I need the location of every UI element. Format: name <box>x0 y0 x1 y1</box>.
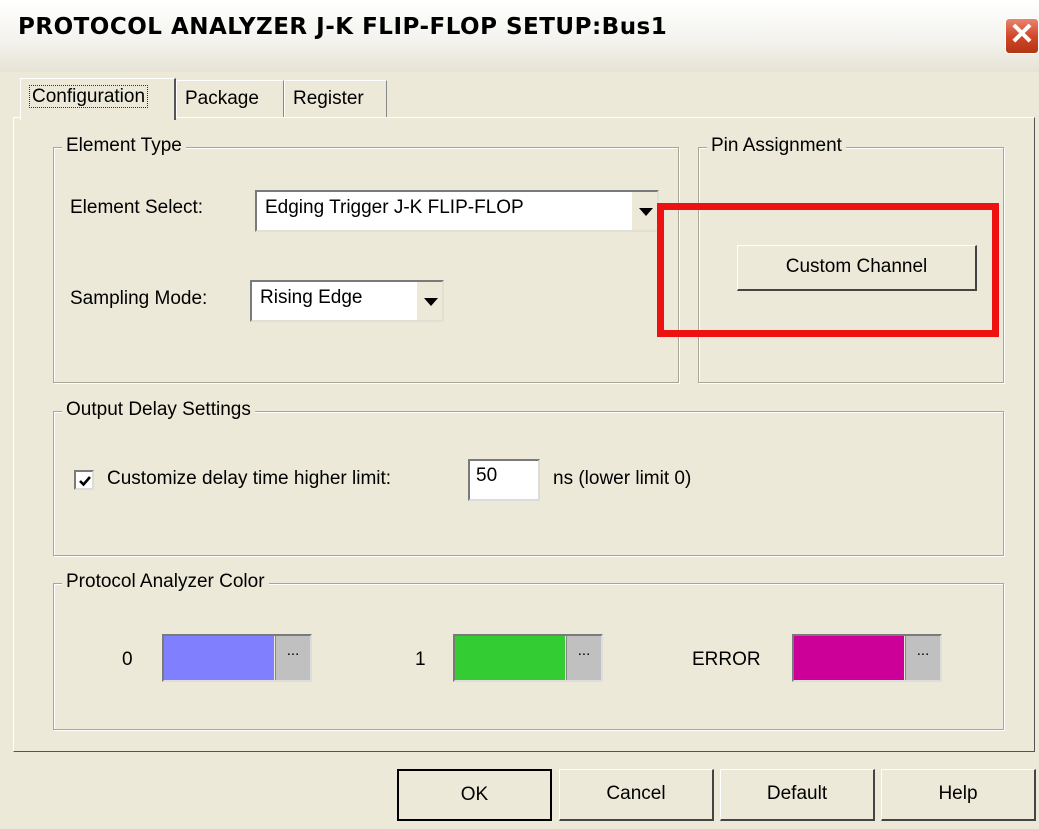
tab-label: Configuration <box>29 85 149 108</box>
tab-package[interactable]: Package <box>176 80 284 118</box>
tab-configuration[interactable]: Configuration <box>20 78 176 120</box>
cancel-button[interactable]: Cancel <box>559 769 714 821</box>
color-1-more-button[interactable]: ... <box>566 636 601 680</box>
output-delay-legend: Output Delay Settings <box>62 399 255 421</box>
color-error-label: ERROR <box>692 649 761 670</box>
ok-button[interactable]: OK <box>397 769 552 821</box>
sampling-mode-label: Sampling Mode: <box>70 288 208 309</box>
default-button[interactable]: Default <box>720 769 875 821</box>
customize-delay-checkbox[interactable] <box>74 470 94 490</box>
color-0-label: 0 <box>122 649 133 670</box>
pin-assignment-legend: Pin Assignment <box>707 135 846 157</box>
color-error-more-button[interactable]: ... <box>905 636 940 680</box>
close-button[interactable]: ✕ <box>1005 18 1039 54</box>
checkmark-icon <box>79 476 91 487</box>
element-type-legend: Element Type <box>62 135 186 157</box>
element-select-value: Edging Trigger J-K FLIP-FLOP <box>265 197 524 218</box>
chevron-down-icon[interactable] <box>631 192 657 230</box>
element-type-group: Element Type <box>53 135 679 383</box>
color-1-picker[interactable]: ... <box>453 634 603 682</box>
help-button[interactable]: Help <box>881 769 1036 821</box>
color-1-label: 1 <box>415 649 426 670</box>
customize-delay-label: Customize delay time higher limit: <box>107 468 392 489</box>
color-error-picker[interactable]: ... <box>792 634 942 682</box>
tab-label: Register <box>293 88 364 109</box>
color-0-more-button[interactable]: ... <box>275 636 310 680</box>
delay-unit-note: ns (lower limit 0) <box>553 468 692 489</box>
chevron-down-icon[interactable] <box>416 282 442 320</box>
element-select-label: Element Select: <box>70 197 204 218</box>
tab-label: Package <box>185 88 259 109</box>
color-0-picker[interactable]: ... <box>162 634 312 682</box>
window-title: PROTOCOL ANALYZER J-K FLIP-FLOP SETUP:Bu… <box>18 14 668 40</box>
tab-register[interactable]: Register <box>284 80 387 118</box>
color-0-swatch <box>164 636 274 680</box>
delay-limit-input[interactable]: 50 <box>468 459 540 501</box>
title-bar: PROTOCOL ANALYZER J-K FLIP-FLOP SETUP:Bu… <box>0 0 1039 72</box>
analyzer-color-legend: Protocol Analyzer Color <box>62 571 269 593</box>
color-error-swatch <box>794 636 904 680</box>
sampling-mode-dropdown[interactable]: Rising Edge <box>250 280 444 322</box>
sampling-mode-value: Rising Edge <box>260 287 363 308</box>
color-1-swatch <box>455 636 565 680</box>
element-select-dropdown[interactable]: Edging Trigger J-K FLIP-FLOP <box>255 190 659 232</box>
highlight-box <box>657 203 999 337</box>
